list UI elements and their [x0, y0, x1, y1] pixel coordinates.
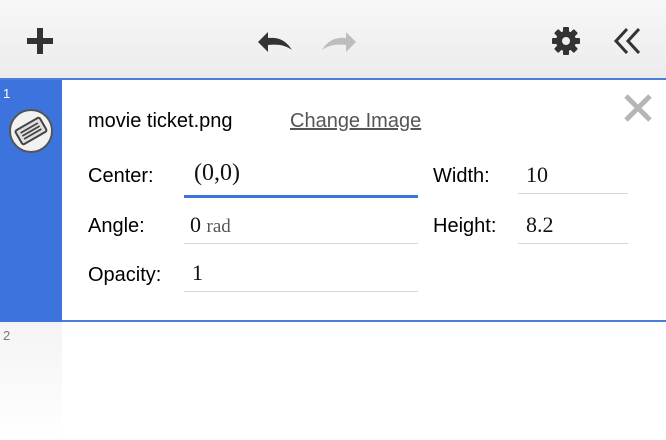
double-chevron-left-icon — [613, 27, 641, 55]
redo-icon — [322, 32, 356, 52]
opacity-input-underline — [184, 291, 418, 292]
center-label: Center: — [88, 165, 154, 187]
opacity-label: Opacity: — [88, 264, 162, 286]
expression-gutter-1[interactable]: 1 — [0, 80, 62, 322]
opacity-value: 1 — [192, 260, 203, 285]
center-value: (0,0) — [194, 160, 240, 186]
change-image-link[interactable]: Change Image — [290, 110, 421, 133]
angle-number: 0 — [190, 212, 201, 237]
add-expression-button[interactable] — [20, 22, 60, 60]
image-filename: movie ticket.png — [88, 110, 233, 132]
expression-gutter-2[interactable]: 2 — [0, 322, 62, 440]
angle-input[interactable]: 0 rad — [184, 202, 418, 248]
expression-index: 1 — [3, 86, 11, 101]
height-label: Height: — [433, 215, 497, 237]
undo-icon — [258, 32, 292, 52]
undo-button[interactable] — [252, 22, 296, 60]
angle-value: 0 rad — [190, 212, 231, 238]
close-icon — [624, 94, 652, 122]
empty-expression-input[interactable] — [62, 322, 666, 440]
collapse-panel-button[interactable] — [608, 22, 648, 60]
width-input-underline — [518, 193, 628, 194]
gear-icon — [552, 27, 580, 55]
height-value: 8.2 — [526, 212, 554, 237]
center-input-underline — [184, 195, 418, 198]
height-input[interactable]: 8.2 — [518, 202, 628, 248]
angle-label: Angle: — [88, 215, 145, 237]
plus-icon — [27, 28, 53, 54]
angle-input-underline — [184, 243, 418, 244]
settings-button[interactable] — [546, 22, 586, 60]
expression-index: 2 — [3, 328, 11, 343]
angle-unit: rad — [206, 216, 231, 237]
center-input[interactable]: (0,0) — [184, 152, 418, 200]
width-input[interactable]: 10 — [518, 152, 628, 198]
image-expression: movie ticket.png Change Image Center: (0… — [62, 80, 666, 322]
width-value: 10 — [526, 162, 548, 187]
expression-list: 1 movie ticket.png Change Image Center: … — [0, 80, 666, 440]
image-ticket-icon — [9, 109, 53, 153]
delete-expression-button[interactable] — [622, 92, 654, 129]
width-label: Width: — [433, 165, 490, 187]
opacity-input[interactable]: 1 — [184, 250, 418, 296]
toolbar — [0, 0, 666, 80]
height-input-underline — [518, 243, 628, 244]
redo-button[interactable] — [318, 22, 362, 60]
